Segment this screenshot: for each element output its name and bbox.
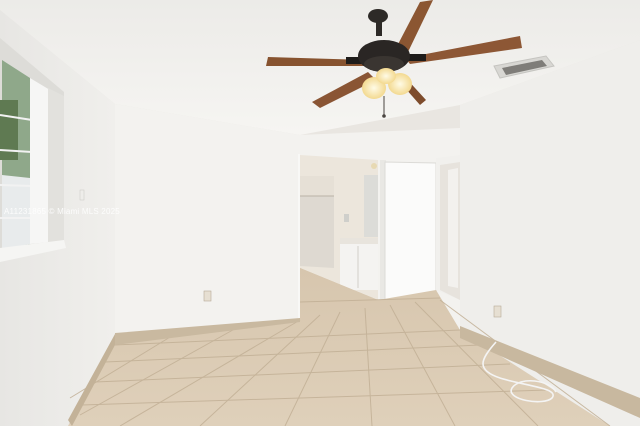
fan-light bbox=[376, 68, 396, 84]
wall-outlet bbox=[493, 305, 502, 318]
room-photo: A11231865 © Miami MLS 2025 bbox=[0, 0, 640, 426]
wall-outlet bbox=[203, 290, 212, 302]
photo-watermark: A11231865 © Miami MLS 2025 bbox=[4, 207, 120, 216]
open-door bbox=[384, 161, 437, 309]
vanity-cabinet bbox=[340, 242, 378, 290]
mirror bbox=[364, 175, 378, 237]
light-switch bbox=[79, 189, 85, 201]
